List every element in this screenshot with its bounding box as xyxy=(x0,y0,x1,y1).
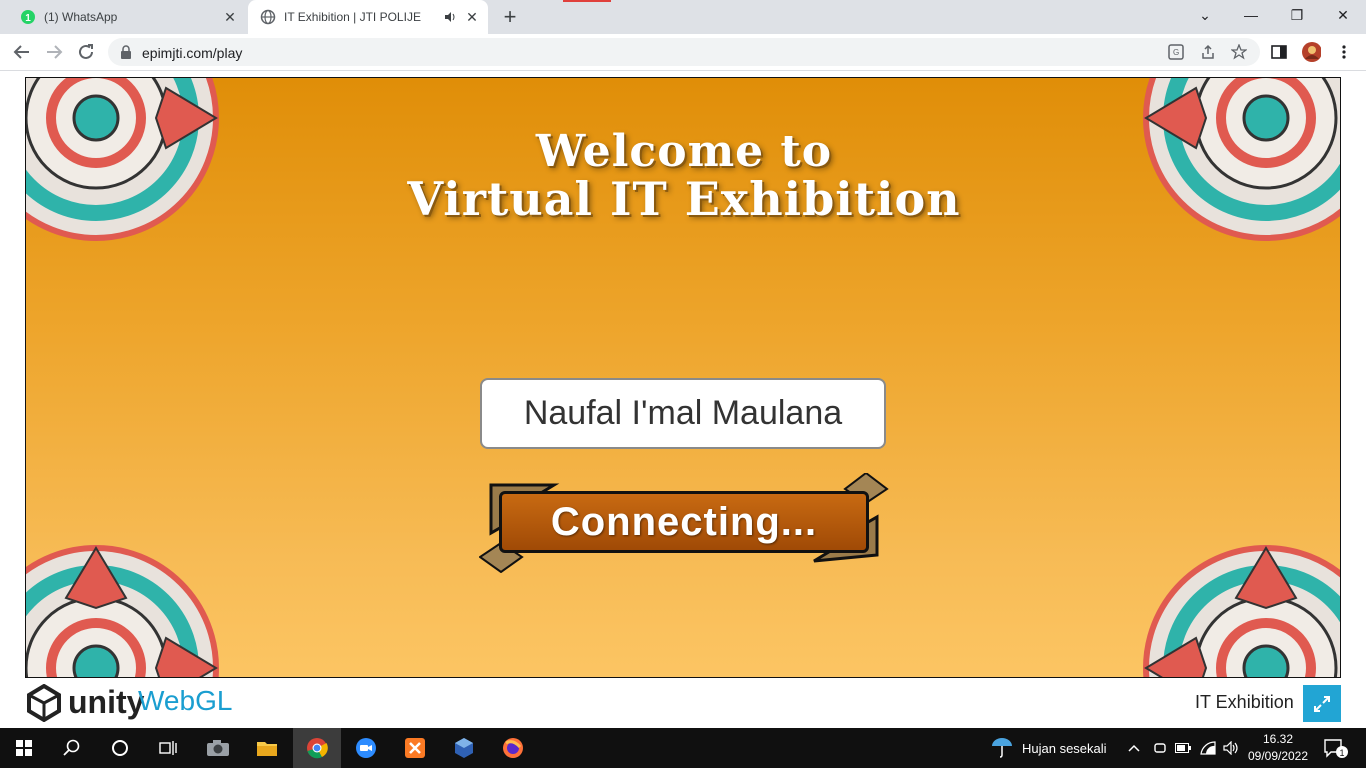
back-button[interactable] xyxy=(8,38,36,66)
share-icon[interactable] xyxy=(1198,42,1218,62)
mandala-ornament-bottom-left xyxy=(26,545,219,677)
firefox-icon[interactable] xyxy=(489,728,537,768)
new-tab-button[interactable]: + xyxy=(498,4,522,29)
whatsapp-badge-count: 1 xyxy=(25,13,31,24)
wifi-icon[interactable] xyxy=(1196,728,1220,768)
tab-title: (1) WhatsApp xyxy=(44,10,118,24)
svg-text:G: G xyxy=(1173,48,1179,57)
game-title: IT Exhibition xyxy=(1195,692,1294,712)
webgl-wordmark: WebGL xyxy=(138,685,233,716)
tab-it-exhibition[interactable]: IT Exhibition | JTI POLIJE ✕ xyxy=(248,0,488,34)
browser-toolbar: epimjti.com/play G xyxy=(0,34,1366,71)
unity-game-canvas[interactable]: Welcome to Virtual IT Exhibition Naufal … xyxy=(25,77,1341,678)
tab-strip-indicator xyxy=(563,0,611,2)
chrome-icon[interactable] xyxy=(293,728,341,768)
chevron-up-icon[interactable] xyxy=(1122,728,1146,768)
umbrella-rain-icon xyxy=(990,736,1014,761)
close-tab-icon[interactable]: ✕ xyxy=(220,7,240,27)
profile-avatar[interactable] xyxy=(1301,42,1321,62)
unity-wordmark: unity xyxy=(68,684,145,720)
arrow-right-icon xyxy=(47,45,63,59)
weather-text: Hujan sesekali xyxy=(1022,740,1107,756)
unity-logo-icon xyxy=(27,684,61,722)
volume-icon[interactable] xyxy=(1219,728,1243,768)
forward-button[interactable] xyxy=(40,38,68,66)
fullscreen-icon xyxy=(1314,695,1330,712)
search-icon[interactable] xyxy=(48,728,96,768)
arrow-left-icon xyxy=(13,45,29,59)
start-icon[interactable] xyxy=(0,728,48,768)
reload-icon xyxy=(79,44,93,59)
file-explorer-icon[interactable] xyxy=(243,728,291,768)
minimize-icon[interactable]: — xyxy=(1228,0,1274,30)
speaker-icon[interactable] xyxy=(442,11,458,23)
tab-search-chevron-down-icon[interactable]: ⌄ xyxy=(1182,0,1228,30)
clock-date: 09/09/2022 xyxy=(1247,749,1309,763)
cortana-icon[interactable] xyxy=(96,728,144,768)
tab-title: IT Exhibition | JTI POLIJE xyxy=(284,10,421,24)
connecting-button[interactable]: Connecting... xyxy=(499,491,869,553)
xampp-icon[interactable] xyxy=(391,728,439,768)
fullscreen-button[interactable] xyxy=(1303,685,1341,722)
close-tab-icon[interactable]: ✕ xyxy=(462,7,482,27)
clock-time: 16.32 xyxy=(1262,732,1294,746)
side-panel-icon[interactable] xyxy=(1269,42,1289,62)
notification-badge: 1 xyxy=(1339,748,1344,758)
notification-center-icon[interactable]: 1 xyxy=(1322,728,1350,768)
lock-icon[interactable] xyxy=(120,45,132,64)
browser-tab-strip: 1 (1) WhatsApp ✕ IT Exhibition | JTI POL… xyxy=(0,0,1366,34)
zoom-icon[interactable] xyxy=(342,728,390,768)
close-window-icon[interactable]: ✕ xyxy=(1320,0,1366,30)
unity-webgl-footer: unity WebGL IT Exhibition xyxy=(0,678,1366,728)
mandala-ornament-bottom-right xyxy=(1143,545,1340,677)
clock[interactable]: 16.32 09/09/2022 xyxy=(1246,731,1310,765)
task-view-icon[interactable] xyxy=(144,728,192,768)
address-bar[interactable]: epimjti.com/play xyxy=(108,38,1260,66)
meet-now-icon[interactable] xyxy=(1148,728,1172,768)
virtualbox-icon[interactable] xyxy=(440,728,488,768)
player-name-input[interactable]: Naufal I'mal Maulana xyxy=(480,378,886,449)
weather-widget[interactable]: Hujan sesekali xyxy=(990,728,1107,768)
reload-button[interactable] xyxy=(72,38,100,66)
welcome-heading-line2: Virtual IT Exhibition xyxy=(407,172,961,226)
welcome-heading-line1: Welcome to xyxy=(535,126,833,177)
whatsapp-icon: 1 xyxy=(20,9,36,25)
bookmark-star-icon[interactable] xyxy=(1229,42,1249,62)
restore-icon[interactable]: ❐ xyxy=(1274,0,1320,30)
camera-app-icon[interactable] xyxy=(194,728,242,768)
windows-taskbar: Hujan sesekali 16.32 09/09/2022 1 xyxy=(0,728,1366,768)
more-menu-icon[interactable] xyxy=(1334,42,1354,62)
globe-icon xyxy=(260,9,276,25)
translate-icon[interactable]: G xyxy=(1166,42,1186,62)
connect-button-frame[interactable]: Connecting... xyxy=(479,473,889,573)
url-text: epimjti.com/play xyxy=(142,45,243,61)
battery-icon[interactable] xyxy=(1171,728,1195,768)
tab-whatsapp[interactable]: 1 (1) WhatsApp ✕ xyxy=(8,0,246,34)
